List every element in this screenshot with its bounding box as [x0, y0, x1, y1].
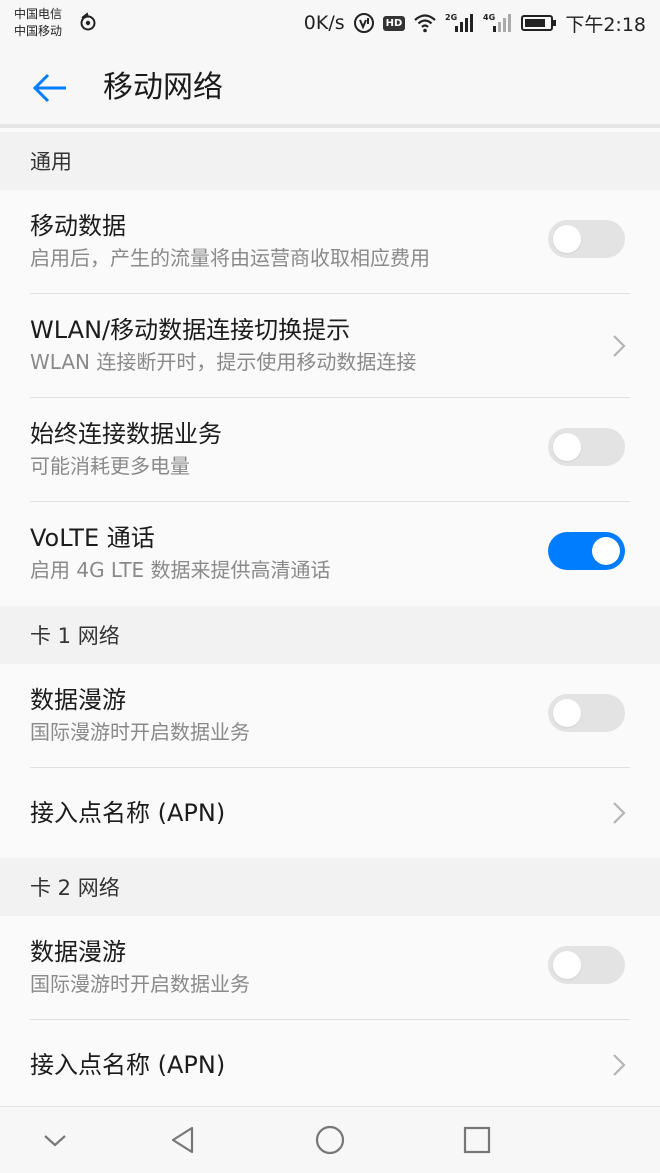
card2-roaming-toggle[interactable] [548, 946, 625, 984]
nav-back-icon[interactable] [166, 1123, 200, 1157]
card1-apn-row[interactable]: 接入点名称 (APN) [0, 768, 660, 858]
mobile-data-row[interactable]: 移动数据 启用后，产生的流量将由运营商收取相应费用 [0, 190, 660, 294]
section-header-general: 通用 [0, 132, 660, 190]
app-bar: 移动网络 [0, 46, 660, 128]
row-title: VoLTE 通话 [30, 524, 155, 552]
section-header-card1: 卡 1 网络 [0, 606, 660, 664]
card1-roaming-row[interactable]: 数据漫游 国际漫游时开启数据业务 [0, 664, 660, 768]
nav-recents-icon[interactable] [460, 1123, 494, 1157]
wifi-icon [413, 13, 437, 33]
card2-apn-row[interactable]: 接入点名称 (APN) [0, 1020, 660, 1110]
svg-text:2G: 2G [445, 13, 457, 22]
row-title: 始终连接数据业务 [30, 420, 222, 448]
toggle-knob [592, 537, 620, 565]
carrier-labels: 中国电信 中国移动 [14, 6, 62, 40]
svg-text:4G: 4G [483, 13, 495, 22]
row-title: 数据漫游 [30, 938, 126, 966]
status-bar: 中国电信 中国移动 0K/s HD 2G 4G 下午2:18 [0, 0, 660, 46]
chevron-right-icon [613, 1054, 626, 1076]
settings-list: 通用 移动数据 启用后，产生的流量将由运营商收取相应费用 WLAN/移动数据连接… [0, 132, 660, 1110]
toggle-knob [553, 225, 581, 253]
row-title: 移动数据 [30, 212, 126, 240]
row-subtitle: 国际漫游时开启数据业务 [30, 720, 250, 744]
row-subtitle: WLAN 连接断开时，提示使用移动数据连接 [30, 350, 417, 374]
row-subtitle: 启用后，产生的流量将由运营商收取相应费用 [30, 246, 430, 270]
network-speed: 0K/s [303, 12, 345, 34]
nav-home-icon[interactable] [313, 1123, 347, 1157]
navigation-bar [0, 1106, 660, 1173]
mobile-data-toggle[interactable] [548, 220, 625, 258]
chevron-right-icon [613, 335, 626, 357]
row-subtitle: 可能消耗更多电量 [30, 454, 190, 478]
nav-down-icon[interactable] [38, 1123, 72, 1157]
carrier-1-label: 中国电信 [14, 7, 63, 21]
hd-icon: HD [382, 15, 406, 31]
always-on-data-row[interactable]: 始终连接数据业务 可能消耗更多电量 [0, 398, 660, 502]
toggle-knob [553, 433, 581, 461]
page-title: 移动网络 [103, 70, 223, 105]
status-indicators: 0K/s HD 2G 4G 下午2:18 [304, 9, 646, 37]
clock: 下午2:18 [565, 13, 646, 36]
back-arrow-icon[interactable] [28, 68, 72, 108]
network-activity-icon [80, 12, 96, 31]
section-header-card2: 卡 2 网络 [0, 858, 660, 916]
row-subtitle: 国际漫游时开启数据业务 [30, 972, 250, 996]
row-title: 数据漫游 [30, 686, 126, 714]
signal-icon: 2G [445, 12, 475, 34]
toggle-knob [553, 951, 581, 979]
toggle-knob [553, 699, 581, 727]
signal-icon: 4G [483, 12, 513, 34]
carrier-2-label: 中国移动 [14, 24, 63, 38]
chevron-right-icon [613, 802, 626, 824]
wlan-switch-prompt-row[interactable]: WLAN/移动数据连接切换提示 WLAN 连接断开时，提示使用移动数据连接 [0, 294, 660, 398]
row-title: 接入点名称 (APN) [30, 1051, 226, 1079]
row-subtitle: 启用 4G LTE 数据来提供高清通话 [30, 558, 331, 582]
card2-roaming-row[interactable]: 数据漫游 国际漫游时开启数据业务 [0, 916, 660, 1020]
volte-icon [353, 12, 375, 34]
always-on-data-toggle[interactable] [548, 428, 625, 466]
volte-row[interactable]: VoLTE 通话 启用 4G LTE 数据来提供高清通话 [0, 502, 660, 606]
volte-toggle[interactable] [548, 532, 625, 570]
card1-roaming-toggle[interactable] [548, 694, 625, 732]
row-title: 接入点名称 (APN) [30, 799, 226, 827]
battery-icon [521, 13, 557, 33]
row-title: WLAN/移动数据连接切换提示 [30, 316, 351, 344]
